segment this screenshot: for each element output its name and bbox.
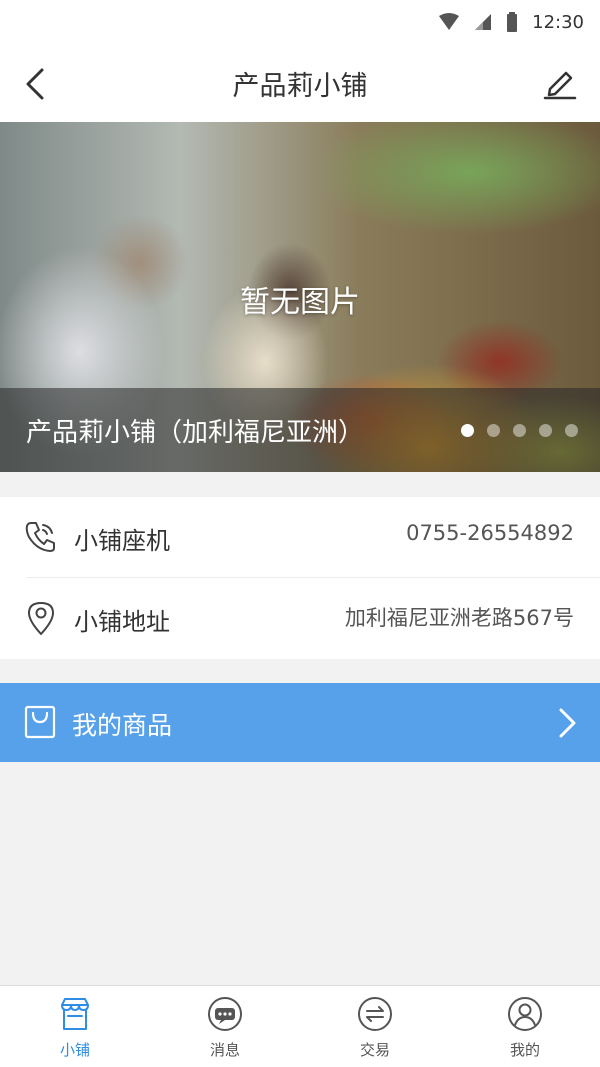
- tab-label: 消息: [209, 1041, 240, 1059]
- store-address-label: 小铺地址: [74, 608, 170, 636]
- carousel-indicator[interactable]: [461, 424, 578, 437]
- chevron-right-icon: [559, 708, 576, 738]
- my-goods-button[interactable]: 我的商品: [0, 683, 600, 762]
- carousel-dot[interactable]: [565, 424, 578, 437]
- store-phone-label: 小铺座机: [74, 527, 170, 555]
- tab-messages[interactable]: 消息: [150, 986, 300, 1067]
- edit-icon[interactable]: [542, 64, 578, 100]
- store-phone-row[interactable]: 小铺座机 0755-26554892: [0, 497, 600, 578]
- page-title: 产品莉小铺: [232, 70, 368, 102]
- tab-shop[interactable]: 小铺: [0, 986, 150, 1067]
- banner-caption-text: 产品莉小铺（加利福尼亚洲）: [26, 418, 365, 448]
- store-banner[interactable]: 暂无图片 产品莉小铺（加利福尼亚洲）: [0, 122, 600, 472]
- battery-icon: [507, 12, 518, 32]
- phone-icon: [25, 522, 55, 552]
- tab-me[interactable]: 我的: [450, 986, 600, 1067]
- banner-caption: 产品莉小铺（加利福尼亚洲）: [0, 388, 600, 472]
- store-info-card: 小铺座机 0755-26554892 小铺地址 加利福尼亚洲老路567号: [0, 497, 600, 659]
- tab-trade[interactable]: 交易: [300, 986, 450, 1067]
- shop-icon: [61, 998, 89, 1030]
- store-address-value: 加利福尼亚洲老路567号: [344, 606, 574, 630]
- status-bar: 12:30: [0, 0, 600, 44]
- my-goods-label: 我的商品: [72, 711, 173, 740]
- bottom-tab-bar: 小铺 消息 交易 我的: [0, 985, 600, 1067]
- store-address-row[interactable]: 小铺地址 加利福尼亚洲老路567号: [0, 578, 600, 658]
- carousel-dot[interactable]: [513, 424, 526, 437]
- status-time: 12:30: [532, 11, 584, 33]
- store-phone-value: 0755-26554892: [406, 521, 574, 545]
- carousel-dot[interactable]: [487, 424, 500, 437]
- carousel-dot[interactable]: [539, 424, 552, 437]
- tab-label: 交易: [359, 1041, 390, 1059]
- shopping-bag-icon: [24, 705, 56, 739]
- user-icon: [508, 997, 542, 1031]
- location-pin-icon: [28, 602, 54, 635]
- exchange-icon: [358, 997, 392, 1031]
- carousel-dot[interactable]: [461, 424, 474, 437]
- wifi-icon: [439, 13, 460, 30]
- back-arrow-icon[interactable]: [18, 66, 54, 102]
- message-icon: [208, 997, 242, 1031]
- banner-placeholder-text: 暂无图片: [240, 285, 360, 320]
- nav-bar: 产品莉小铺: [0, 44, 600, 122]
- tab-label: 我的: [509, 1041, 540, 1059]
- tab-label: 小铺: [59, 1041, 90, 1059]
- signal-icon: [475, 14, 492, 30]
